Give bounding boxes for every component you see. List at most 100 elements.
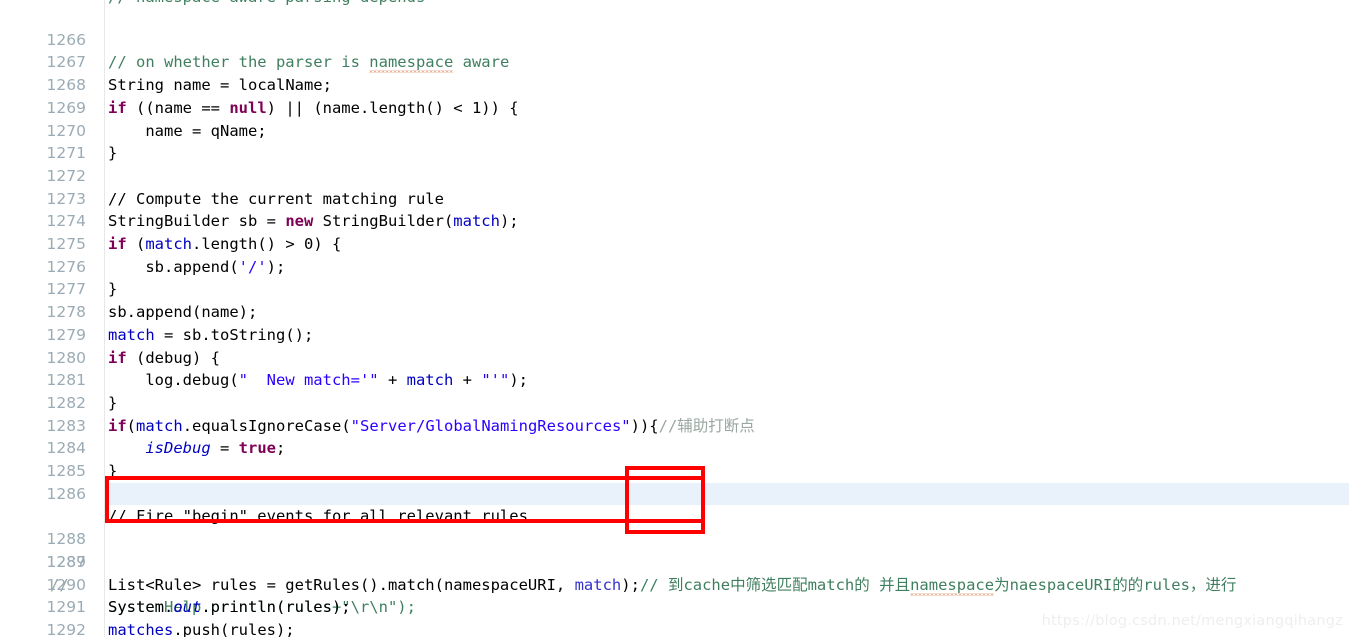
gutter-separator — [104, 0, 105, 637]
code-content: StringBuilder sb = new StringBuilder(mat… — [108, 210, 519, 233]
line-number: 1290 — [46, 575, 86, 594]
code-line-1283[interactable]: 1283 isDebug = true; — [0, 392, 1349, 458]
code-token-comment-chinese: //辅助打断点 — [658, 416, 755, 435]
code-token-b: ); — [621, 575, 640, 594]
code-token-comment-slashes: // — [639, 575, 668, 594]
code-token-b: ); — [266, 257, 286, 276]
code-token-c: ; — [275, 439, 286, 458]
line-number: 1276 — [46, 257, 86, 276]
code-content: if (match.length() > 0) { — [108, 233, 341, 256]
code-token-d: ); — [509, 371, 528, 390]
code-token-a: System. — [108, 598, 174, 617]
code-token-keyword-if: if — [108, 235, 127, 253]
clipped-top-line: // namespace aware parsing depends — [0, 0, 1349, 7]
code-content: } — [108, 393, 118, 412]
code-token-type: String — [108, 76, 164, 95]
code-line-1266[interactable]: 1266 // on whether the parser is namespa… — [0, 6, 1349, 72]
code-line-1289[interactable]: 1289 // SystemHelp.println(rules+"\r\n")… — [0, 528, 1349, 616]
code-token-commented-tail: ); — [397, 598, 416, 617]
line-number: 1291 — [46, 598, 86, 617]
code-line-1287-current[interactable]: 1287 List<Rule> rules = getRules().match… — [0, 482, 1349, 594]
code-content: match = sb.toString(); — [108, 324, 313, 347]
code-token-keyword-new: new — [285, 212, 314, 231]
code-token-a: ( — [126, 416, 137, 435]
code-token-a: ( — [126, 235, 146, 253]
current-line-highlight — [105, 482, 1349, 506]
code-token-field-matches: matches — [108, 620, 174, 637]
code-token-comment-chinese-tail: 为naespaceURI的的rules，进行 — [994, 575, 1237, 594]
line-number: 1282 — [46, 393, 86, 412]
line-number: 1286 — [46, 484, 86, 503]
code-token-b: + — [378, 371, 407, 390]
code-content: // Fire "begin" events for all relevant … — [108, 507, 528, 526]
line-number: 1289 — [46, 552, 86, 571]
line-number: 1285 — [46, 462, 86, 480]
code-content: List<Rule> rules = getRules().match(name… — [108, 574, 1236, 597]
code-token-match-argument: match — [574, 575, 622, 594]
code-line-1278[interactable]: 1278 match = sb.toString(); — [0, 278, 1349, 344]
code-content: } — [108, 144, 118, 163]
code-line-1286[interactable]: 1286 // Fire "begin" events for all rele… — [0, 460, 1349, 526]
code-token-string-2: "'" — [481, 371, 510, 390]
code-token-spellcheck: namespace — [369, 53, 454, 72]
code-token-comment-tail: aware — [453, 53, 510, 72]
code-token-b: .length() > 0) { — [192, 235, 342, 253]
code-token-char-literal: '/' — [238, 257, 267, 276]
code-content: if ((name == null) || (name.length() < 1… — [108, 97, 519, 120]
code-content: sb.append('/'); — [108, 256, 285, 279]
code-token-comment-chinese: 到cache中筛选匹配match的 并且 — [667, 575, 911, 594]
code-content: // Compute the current matching rule — [108, 189, 444, 208]
code-content: matches.push(rules); — [108, 619, 295, 637]
watermark: https://blog.csdn.net/mengxiangqihangz — [1041, 613, 1343, 629]
code-token-c: + — [453, 371, 482, 390]
code-token-spellcheck: namespace — [910, 575, 995, 594]
code-token-field-match: match — [406, 371, 454, 390]
code-token-field-match: match — [453, 212, 500, 231]
code-line-1290[interactable]: 1290 System.out.println(rules); — [0, 551, 1349, 617]
code-token-a: ((name == — [126, 98, 230, 117]
code-content: name = qName; — [108, 121, 267, 140]
code-token-b: (debug) { — [126, 348, 220, 367]
code-token-b: ) || (name.length() < 1)) { — [266, 98, 519, 117]
line-number: 1266 — [46, 30, 86, 49]
line-number: 1270 — [46, 121, 86, 140]
code-line-1273[interactable]: 1273 StringBuilder sb = new StringBuilde… — [0, 165, 1349, 231]
code-line-1272[interactable]: 1272 // Compute the current matching rul… — [0, 142, 1349, 208]
code-token-b: = sb.toString(); — [154, 325, 314, 344]
code-token-c: )){ — [630, 416, 659, 435]
line-number: 1279 — [46, 325, 86, 344]
code-content: } — [108, 280, 118, 299]
line-number: 1268 — [46, 76, 86, 95]
line-number: 1281 — [46, 371, 86, 390]
line-number: 1273 — [46, 189, 86, 208]
line-number: 1274 — [46, 212, 86, 231]
code-token-keyword-if: if — [108, 416, 127, 435]
code-token-c: ); — [499, 212, 519, 231]
line-number: 1277 — [46, 280, 86, 299]
line-number: 1271 — [46, 144, 86, 163]
line-number: 1267 — [46, 53, 86, 72]
code-editor[interactable]: // namespace aware parsing depends 1266 … — [0, 0, 1349, 637]
code-token-a: StringBuilder sb = — [108, 212, 286, 231]
code-token-string: " New match='" — [238, 371, 379, 390]
code-line-1267[interactable]: 1267 String name = localName; — [0, 29, 1349, 94]
code-token-keyword-true: true — [238, 439, 276, 458]
line-number: 1275 — [46, 235, 86, 253]
code-token-keyword-if: if — [108, 348, 127, 367]
code-content: // on whether the parser is namespace aw… — [108, 51, 509, 74]
code-token-static-field: isDebug — [145, 439, 211, 458]
line-number: 1280 — [46, 348, 86, 367]
code-content: sb.append(name); — [108, 303, 258, 322]
code-token-keyword-if: if — [108, 98, 127, 117]
code-token-string: "Server/GlobalNamingResources" — [350, 416, 631, 435]
line-number: 1292 — [46, 620, 86, 637]
code-content: System.out.println(rules); — [108, 596, 351, 619]
code-token-a: log.debug( — [108, 371, 239, 390]
code-token-comment: // on whether the parser is — [108, 53, 370, 72]
line-number: 1288 — [46, 530, 86, 549]
code-token-field-match: match — [145, 235, 193, 253]
code-content: log.debug(" New match='" + match + "'"); — [108, 369, 528, 392]
line-number: 1283 — [46, 416, 86, 435]
code-token-field-match: match — [136, 416, 183, 435]
code-token-keyword-null: null — [229, 98, 267, 117]
